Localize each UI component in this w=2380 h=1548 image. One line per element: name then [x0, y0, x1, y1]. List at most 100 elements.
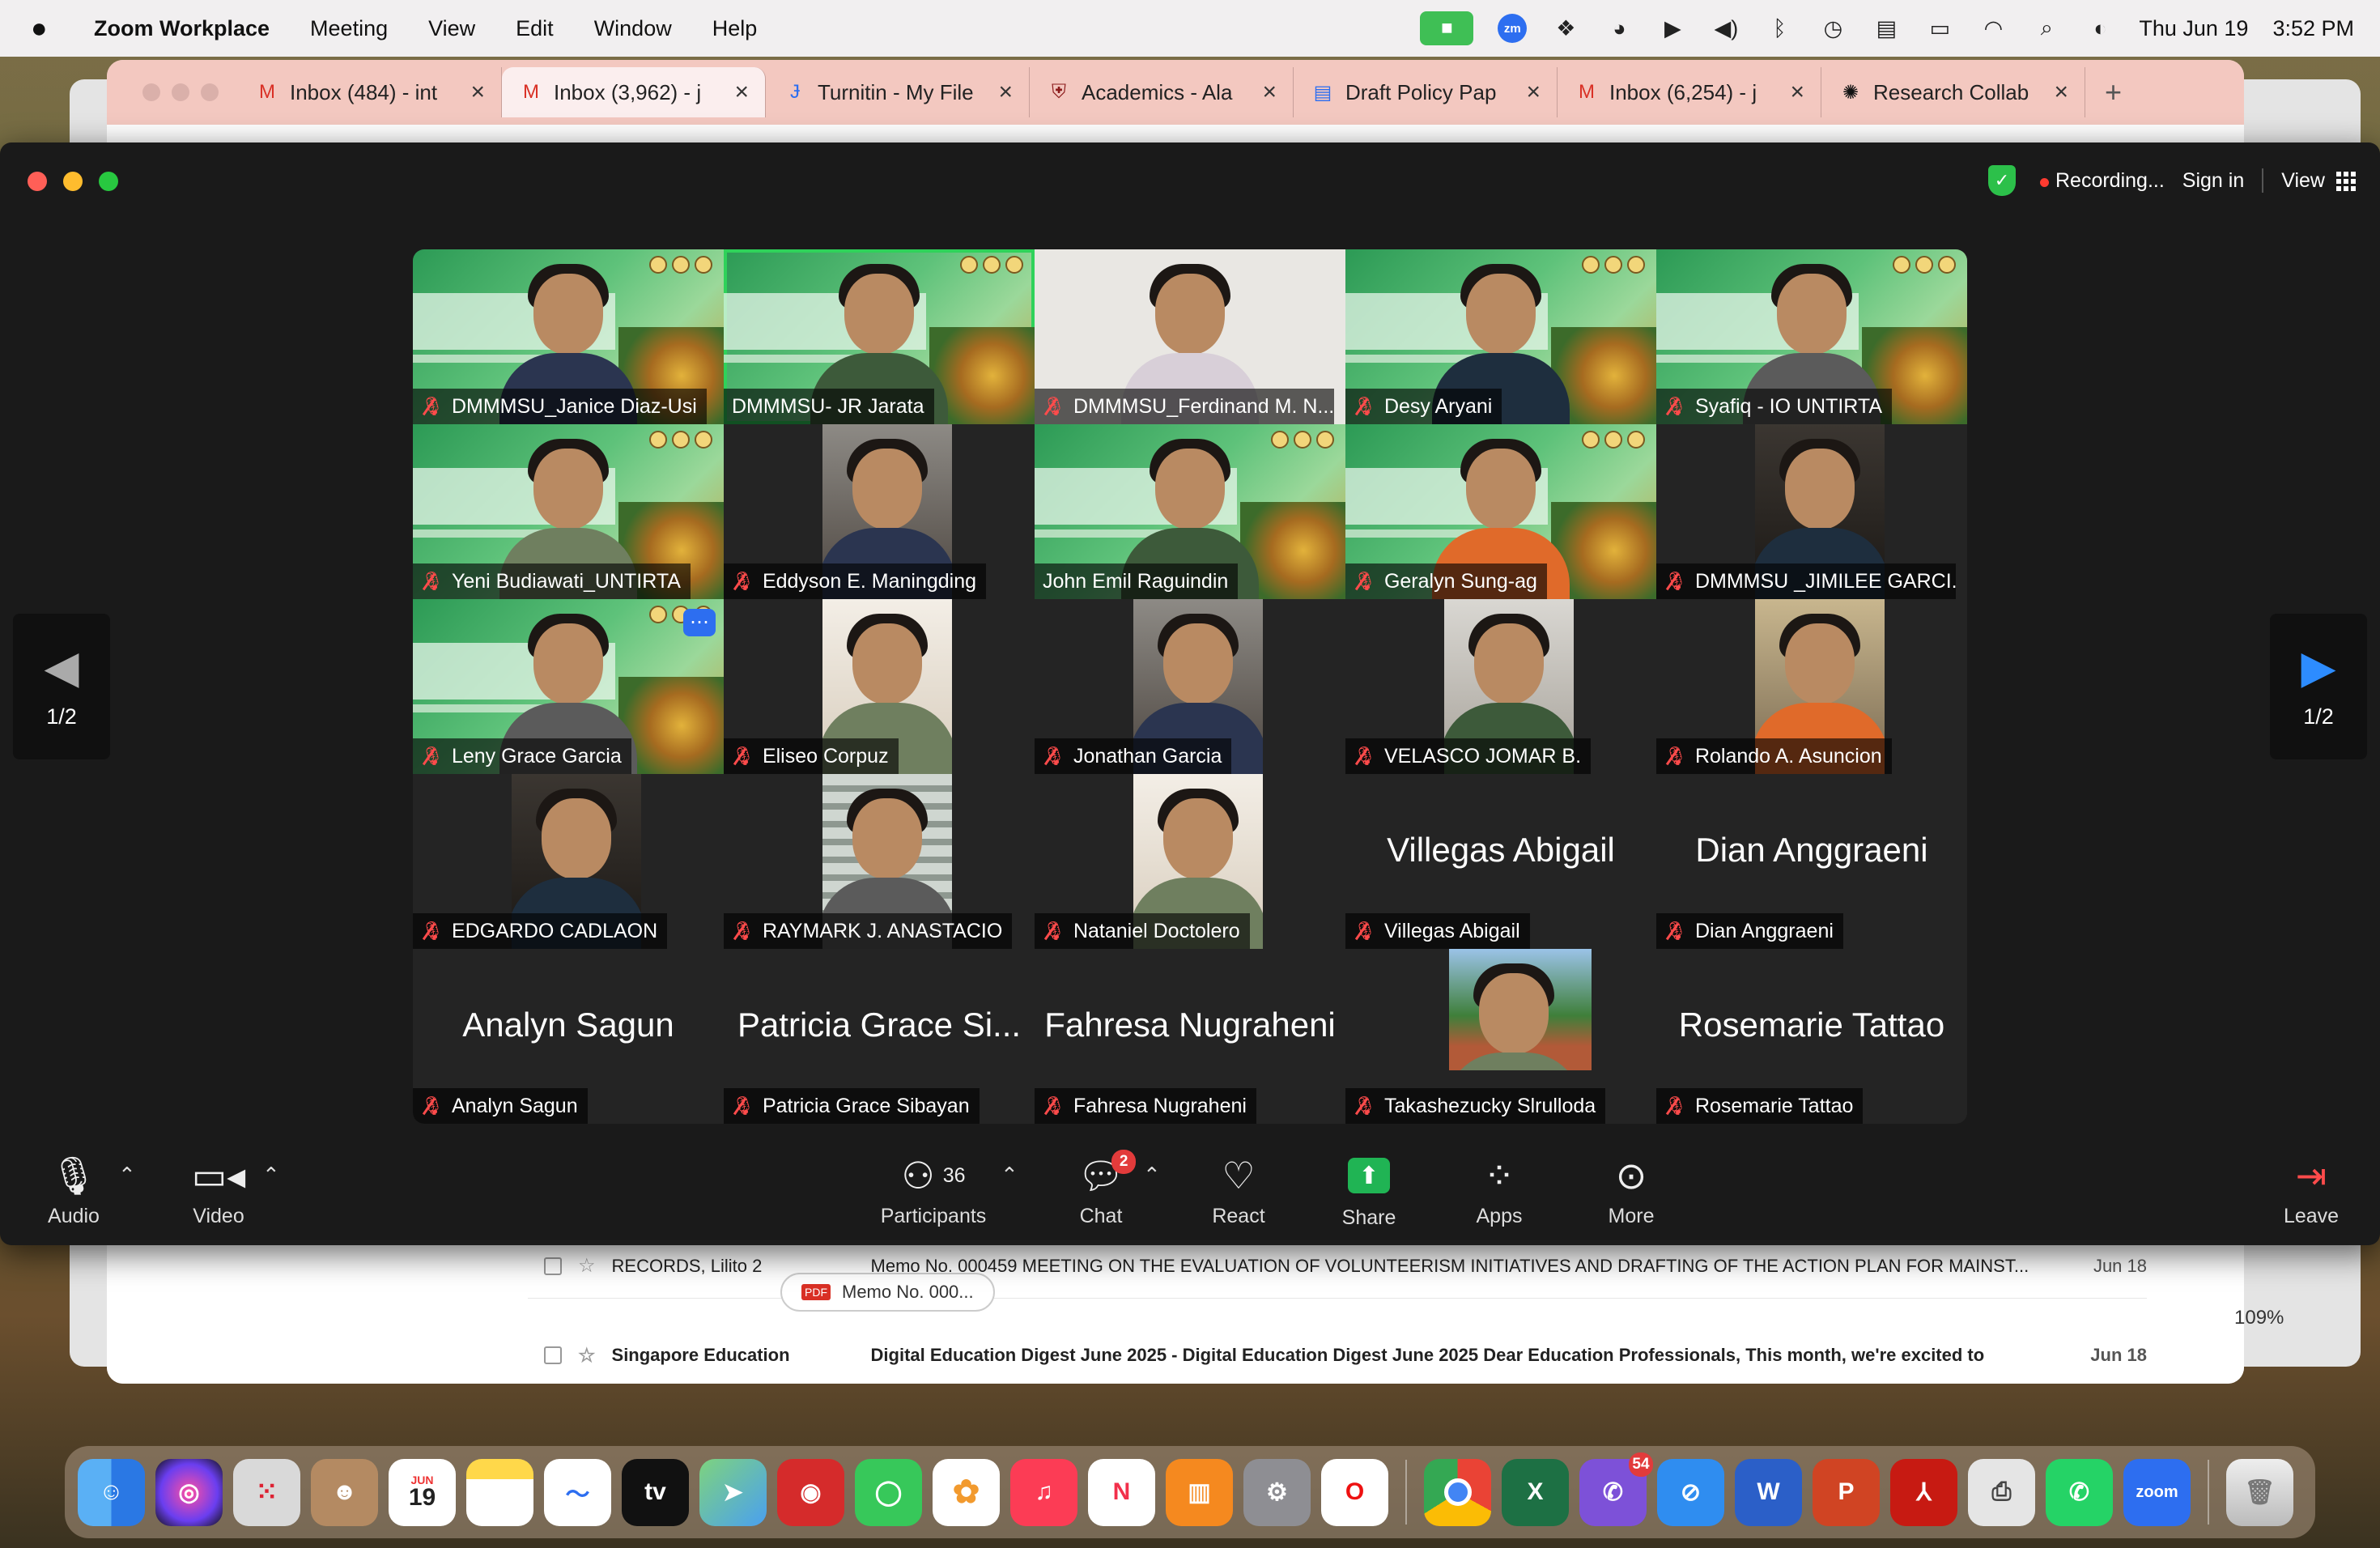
view-button[interactable]: View: [2281, 169, 2356, 193]
volume-icon[interactable]: ◀): [1711, 14, 1740, 43]
react-button[interactable]: ♡ React: [1206, 1151, 1271, 1245]
participant-tile[interactable]: 🎙︎ Eliseo Corpuz: [724, 599, 1035, 774]
share-button[interactable]: ⬆ Share: [1336, 1151, 1402, 1245]
participant-tile[interactable]: John Emil Raguindin: [1035, 424, 1345, 599]
close-icon[interactable]: ×: [998, 79, 1013, 106]
participant-tile[interactable]: DMMMSU- JR Jarata: [724, 249, 1035, 424]
freeform-icon[interactable]: 〜: [544, 1458, 611, 1526]
participant-tile[interactable]: 🎙︎ Rolando A. Asuncion: [1656, 599, 1967, 774]
zoom-window-button[interactable]: [99, 172, 118, 191]
participant-tile[interactable]: Rosemarie Tattao 🎙︎ Rosemarie Tattao: [1656, 949, 1967, 1124]
maps-icon[interactable]: ➤: [699, 1458, 767, 1526]
participant-tile[interactable]: Villegas Abigail 🎙︎ Villegas Abigail: [1345, 774, 1656, 949]
tab-draft-policy[interactable]: ▤ Draft Policy Pap ×: [1294, 67, 1558, 117]
keyboard-icon[interactable]: ▤: [1872, 14, 1901, 43]
word-icon[interactable]: W: [1735, 1458, 1802, 1526]
more-options-icon[interactable]: ⋯: [683, 609, 716, 636]
calendar-icon[interactable]: JUN 19: [389, 1458, 456, 1526]
close-icon[interactable]: ×: [1262, 79, 1277, 106]
app-menu[interactable]: Zoom Workplace: [94, 16, 270, 41]
video-options-caret[interactable]: ⌃: [262, 1163, 280, 1188]
launchpad-icon[interactable]: ⁙: [233, 1458, 300, 1526]
participant-tile[interactable]: 🎙︎ RAYMARK J. ANASTACIO: [724, 774, 1035, 949]
participant-tile[interactable]: 🎙︎ DMMMSU_Janice Diaz-Usi: [413, 249, 724, 424]
photos-icon[interactable]: ✿: [933, 1458, 1000, 1526]
attachment-chip[interactable]: PDF Memo No. 000...: [780, 1273, 995, 1312]
menu-help[interactable]: Help: [712, 16, 758, 41]
menu-meeting[interactable]: Meeting: [310, 16, 388, 41]
participants-button[interactable]: ⚇ 36 Participants: [874, 1151, 992, 1245]
tab-turnitin[interactable]: Ɉ Turnitin - My File ×: [766, 67, 1030, 117]
battery-icon[interactable]: ▭: [1925, 14, 1954, 43]
audio-options-caret[interactable]: ⌃: [118, 1163, 136, 1188]
menu-window[interactable]: Window: [594, 16, 672, 41]
zoom-level[interactable]: 109%: [2234, 1307, 2284, 1329]
apple-menu-icon[interactable]: ●: [31, 13, 70, 45]
finder-icon[interactable]: ☺: [78, 1458, 145, 1526]
system-settings-icon[interactable]: ⚙: [1243, 1458, 1311, 1526]
participants-options-caret[interactable]: ⌃: [1001, 1163, 1018, 1188]
participant-tile[interactable]: 🎙︎ Jonathan Garcia: [1035, 599, 1345, 774]
time-machine-icon[interactable]: ◷: [1818, 14, 1847, 43]
star-icon[interactable]: ☆: [578, 1254, 596, 1278]
menu-edit[interactable]: Edit: [516, 16, 554, 41]
music-icon[interactable]: ♫: [1010, 1458, 1077, 1526]
close-icon[interactable]: ×: [2054, 79, 2068, 106]
chat-button[interactable]: 💬︎ 2 Chat: [1069, 1150, 1137, 1245]
notes-icon[interactable]: [466, 1458, 533, 1526]
participant-tile[interactable]: Fahresa Nugraheni 🎙︎ Fahresa Nugraheni: [1035, 949, 1345, 1124]
previous-page-button[interactable]: ◀ 1/2: [13, 614, 110, 759]
creative-cloud-icon[interactable]: ◕: [1604, 14, 1634, 43]
bluetooth-icon[interactable]: ᛒ: [1765, 14, 1794, 43]
participant-tile[interactable]: 🎙︎ Yeni Budiawati_UNTIRTA: [413, 424, 724, 599]
more-button[interactable]: ⊙ More: [1598, 1151, 1664, 1245]
participant-tile[interactable]: ⋯ 🎙︎ Leny Grace Garcia: [413, 599, 724, 774]
tab-academics[interactable]: ⛨ Academics - Ala ×: [1030, 67, 1294, 117]
excel-icon[interactable]: X: [1502, 1458, 1569, 1526]
trash-icon[interactable]: 🗑︎: [2226, 1458, 2293, 1526]
participant-tile[interactable]: 🎙︎ Geralyn Sung-ag: [1345, 424, 1656, 599]
new-tab-button[interactable]: +: [2105, 75, 2122, 109]
chat-options-caret[interactable]: ⌃: [1143, 1163, 1161, 1188]
participant-tile[interactable]: 🎙︎ VELASCO JOMAR B.: [1345, 599, 1656, 774]
checkbox[interactable]: [544, 1257, 562, 1275]
tab-inbox-6254[interactable]: M Inbox (6,254) - j ×: [1558, 67, 1821, 117]
close-window-button[interactable]: [28, 172, 47, 191]
participant-tile[interactable]: 🎙︎ DMMMSU _JIMILEE GARCI...: [1656, 424, 1967, 599]
news-icon[interactable]: N: [1088, 1458, 1155, 1526]
participant-tile[interactable]: Dian Anggraeni 🎙︎ Dian Anggraeni: [1656, 774, 1967, 949]
tab-inbox-484[interactable]: M Inbox (484) - int ×: [238, 67, 502, 117]
participant-tile[interactable]: 🎙︎ Desy Aryani: [1345, 249, 1656, 424]
dropbox-icon[interactable]: ❖: [1551, 14, 1580, 43]
apps-button[interactable]: ⁘ Apps: [1467, 1151, 1532, 1245]
sign-in-button[interactable]: Sign in: [2182, 169, 2244, 193]
zoom-badge-icon[interactable]: zm: [1498, 14, 1528, 43]
minimize-window-button[interactable]: [63, 172, 83, 191]
chrome-icon[interactable]: [1424, 1458, 1491, 1526]
mail-row[interactable]: ☆ Singapore Education Digital Education …: [528, 1339, 2147, 1372]
recording-indicator[interactable]: Recording...: [2040, 169, 2165, 193]
checkbox[interactable]: [544, 1346, 562, 1364]
menubar-date[interactable]: Thu Jun 19: [2139, 16, 2248, 41]
security-shield-icon[interactable]: ✓: [1988, 165, 2016, 196]
participant-tile[interactable]: 🎙︎ Takashezucky Slrulloda: [1345, 949, 1656, 1124]
safari-icon[interactable]: ⊘: [1657, 1458, 1724, 1526]
participant-tile[interactable]: Patricia Grace Si... 🎙︎ Patricia Grace Sib…: [724, 949, 1035, 1124]
opera-icon[interactable]: O: [1321, 1458, 1388, 1526]
participant-tile[interactable]: 🎙︎ Eddyson E. Maningding: [724, 424, 1035, 599]
menu-view[interactable]: View: [428, 16, 475, 41]
menubar-time[interactable]: 3:52 PM: [2272, 16, 2354, 41]
video-button[interactable]: ▭◂ Video: [186, 1151, 251, 1245]
contacts-icon[interactable]: ☻: [311, 1458, 378, 1526]
zoom-icon[interactable]: zoom: [2123, 1458, 2191, 1526]
close-icon[interactable]: ×: [1790, 79, 1804, 106]
powerpoint-icon[interactable]: P: [1813, 1458, 1880, 1526]
close-icon[interactable]: ×: [1526, 79, 1541, 106]
close-icon[interactable]: ×: [470, 79, 485, 106]
play-icon[interactable]: ▶: [1658, 14, 1687, 43]
messages-icon[interactable]: ◯: [855, 1458, 922, 1526]
apple-tv-icon[interactable]: tv: [622, 1458, 689, 1526]
zoom-video-icon[interactable]: ■: [1420, 11, 1474, 45]
printer-icon[interactable]: ⎙: [1968, 1458, 2035, 1526]
tab-research-collab[interactable]: ✺ Research Collab ×: [1821, 67, 2085, 117]
